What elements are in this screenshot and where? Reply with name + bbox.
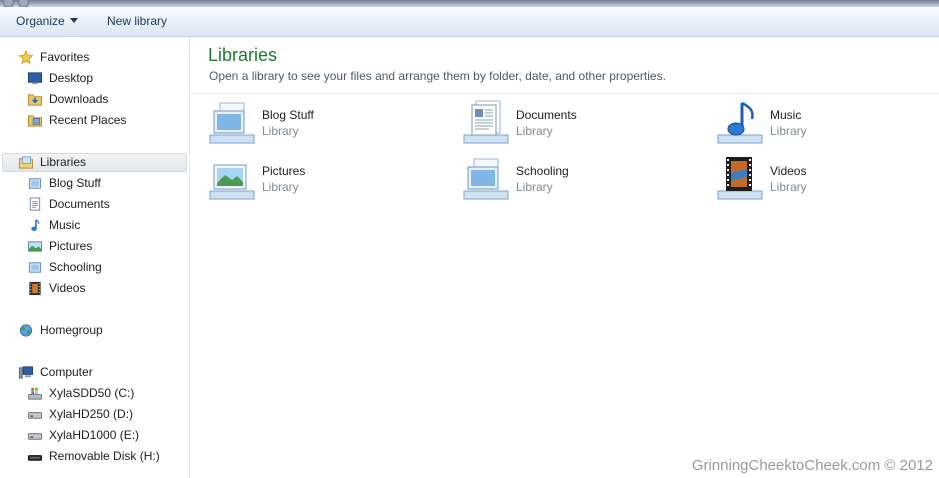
library-icon bbox=[209, 102, 255, 144]
libraries-icon bbox=[18, 156, 34, 169]
nav-item-label: Downloads bbox=[49, 92, 109, 106]
library-tile-schooling[interactable]: Schooling Library bbox=[462, 155, 702, 205]
library-name: Blog Stuff bbox=[262, 108, 314, 122]
music-library-icon bbox=[31, 219, 40, 231]
nav-item-label: XylaSDD50 (C:) bbox=[49, 386, 135, 400]
library-type: Library bbox=[262, 180, 299, 194]
nav-item-label: Removable Disk (H:) bbox=[49, 449, 160, 463]
downloads-folder-icon bbox=[27, 94, 43, 106]
documents-library-icon bbox=[463, 100, 509, 144]
library-icon bbox=[28, 178, 42, 189]
chevron-down-icon bbox=[69, 18, 78, 23]
library-tile-documents[interactable]: Documents Library bbox=[462, 99, 702, 149]
star-icon bbox=[18, 50, 34, 65]
nav-item-label: Videos bbox=[49, 281, 86, 295]
nav-item-label: Music bbox=[49, 218, 81, 232]
library-type: Library bbox=[516, 180, 553, 194]
libraries-header: Libraries Open a library to see your fil… bbox=[190, 37, 939, 94]
nav-libraries-label: Libraries bbox=[40, 155, 87, 169]
nav-item-label: Documents bbox=[49, 197, 110, 211]
content-pane: Libraries Open a library to see your fil… bbox=[190, 37, 939, 478]
page-subtitle: Open a library to see your files and arr… bbox=[209, 69, 666, 83]
nav-item-label: Blog Stuff bbox=[49, 176, 101, 190]
new-library-button[interactable]: New library bbox=[107, 14, 167, 28]
homegroup-icon bbox=[19, 324, 33, 337]
library-tile-music[interactable]: Music Library bbox=[716, 99, 939, 149]
library-name: Videos bbox=[770, 164, 807, 178]
videos-library-icon bbox=[29, 281, 41, 296]
nav-item-label: Desktop bbox=[49, 71, 94, 85]
videos-library-icon bbox=[717, 157, 763, 200]
library-type: Library bbox=[770, 124, 807, 138]
library-name: Music bbox=[770, 108, 802, 122]
library-type: Library bbox=[262, 124, 299, 138]
computer-icon bbox=[18, 366, 34, 379]
desktop-icon bbox=[27, 72, 43, 85]
library-type: Library bbox=[770, 180, 807, 194]
music-library-icon bbox=[717, 101, 763, 144]
hard-drive-icon bbox=[27, 412, 43, 419]
command-bar: Organize New library bbox=[0, 7, 939, 37]
page-title: Libraries bbox=[208, 45, 278, 65]
window-frame-top bbox=[0, 0, 939, 8]
organize-label: Organize bbox=[16, 14, 65, 28]
pictures-library-icon bbox=[27, 241, 43, 252]
hard-drive-icon bbox=[27, 433, 43, 440]
nav-item-label: Schooling bbox=[49, 260, 102, 274]
watermark: GrinningCheektoCheek.com © 2012 bbox=[691, 457, 933, 474]
documents-library-icon bbox=[29, 197, 41, 211]
library-icon bbox=[28, 262, 42, 273]
nav-favorites-label: Favorites bbox=[40, 50, 90, 64]
library-tile-pictures[interactable]: Pictures Library bbox=[208, 155, 448, 205]
library-tile-blog-stuff[interactable]: Blog Stuff Library bbox=[208, 99, 448, 149]
removable-disk-icon bbox=[27, 455, 43, 461]
library-name: Pictures bbox=[262, 164, 306, 178]
nav-item-label: XylaHD1000 (E:) bbox=[49, 428, 140, 442]
navigation-pane: Favorites Desktop Downloads Recent Place… bbox=[0, 37, 190, 478]
system-drive-icon bbox=[27, 387, 43, 400]
library-name: Documents bbox=[516, 108, 577, 122]
pictures-library-icon bbox=[209, 164, 255, 200]
library-icon bbox=[463, 158, 509, 200]
recent-places-icon bbox=[27, 115, 43, 127]
nav-homegroup-label: Homegroup bbox=[40, 323, 103, 337]
nav-item-label: Recent Places bbox=[49, 113, 127, 127]
nav-computer-label: Computer bbox=[40, 365, 93, 379]
library-name: Schooling bbox=[516, 164, 569, 178]
organize-button[interactable]: Organize bbox=[16, 14, 78, 28]
nav-item-label: Pictures bbox=[49, 239, 93, 253]
library-tile-videos[interactable]: Videos Library bbox=[716, 155, 939, 205]
library-type: Library bbox=[516, 124, 553, 138]
nav-item-label: XylaHD250 (D:) bbox=[49, 407, 134, 421]
